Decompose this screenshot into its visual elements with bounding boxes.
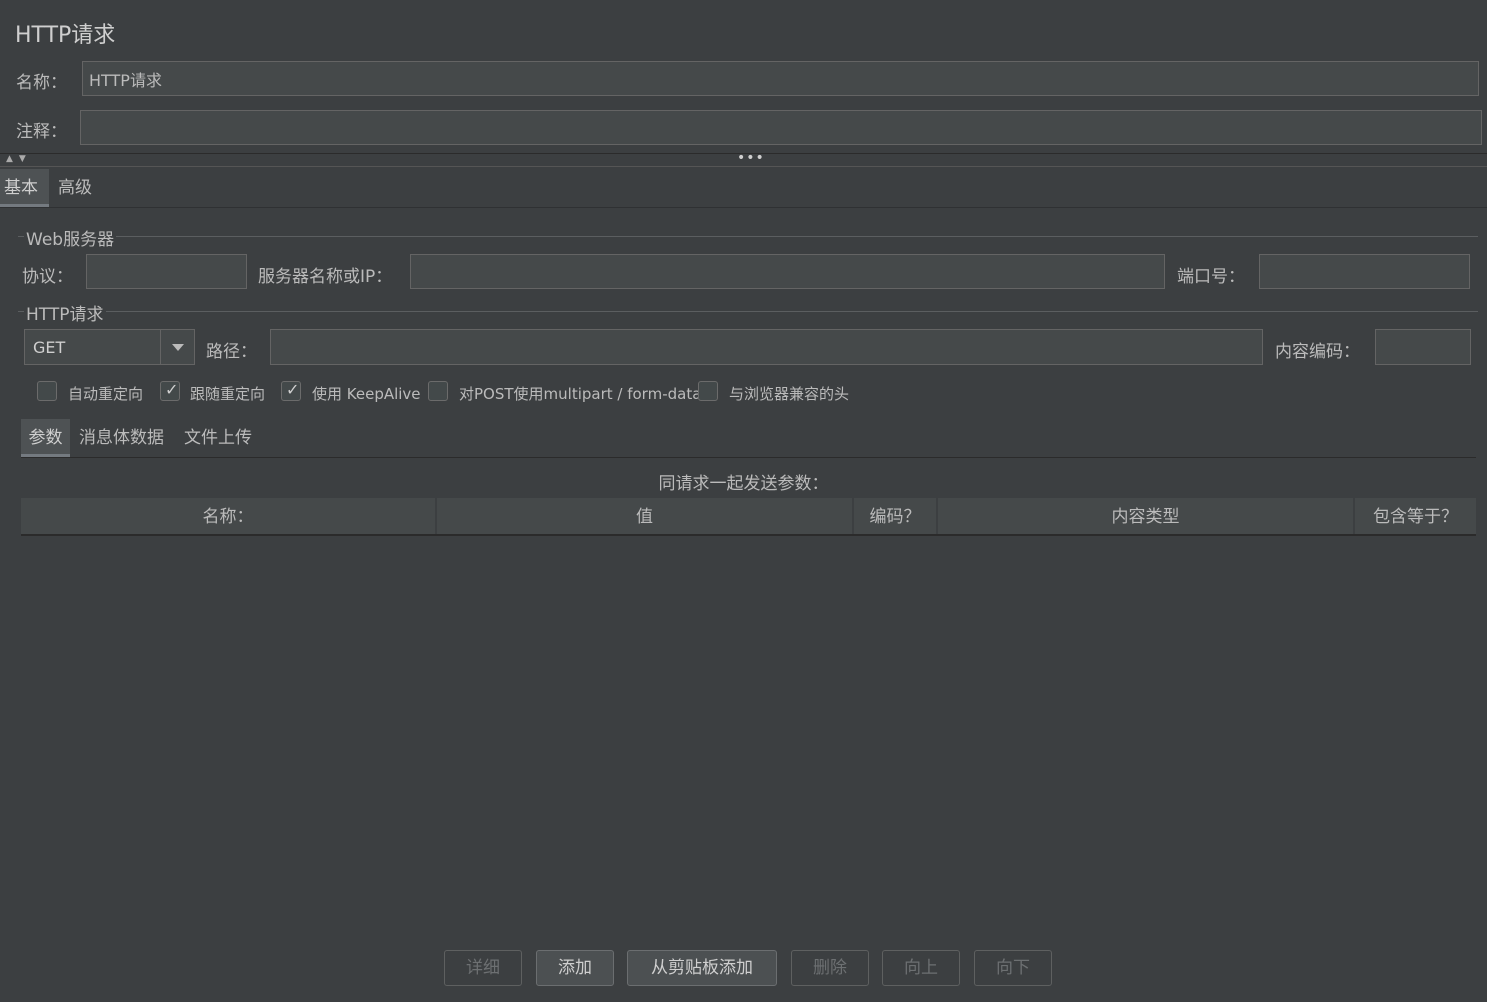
server-input[interactable] xyxy=(410,254,1165,289)
path-label: 路径： xyxy=(206,342,257,362)
checkbox-keepalive[interactable]: ✓ xyxy=(281,380,301,401)
http-request-group-border xyxy=(18,311,1478,312)
checkbox-auto-redirect[interactable] xyxy=(37,381,57,401)
move-down-button[interactable]: 向下 xyxy=(974,950,1052,986)
path-input[interactable] xyxy=(270,329,1263,365)
name-input[interactable] xyxy=(82,61,1479,96)
params-table-body[interactable] xyxy=(21,538,1476,928)
checkbox-follow-redirect[interactable]: ✓ xyxy=(160,380,180,401)
auto-redirect-label: 自动重定向 xyxy=(68,385,144,403)
checkbox-multipart[interactable] xyxy=(428,381,448,401)
comment-input[interactable] xyxy=(80,110,1482,145)
method-select-value: GET xyxy=(33,338,66,357)
server-label: 服务器名称或IP： xyxy=(258,267,393,287)
tab-advanced[interactable]: 高级 xyxy=(54,169,96,207)
params-caption: 同请求一起发送参数： xyxy=(658,474,829,494)
drag-handle-icon[interactable]: ••• xyxy=(737,150,765,166)
name-label: 名称： xyxy=(16,73,67,93)
checkbox-browser-headers[interactable] xyxy=(698,381,718,401)
tab-body-data[interactable]: 消息体数据 xyxy=(75,419,168,457)
method-dropdown-button[interactable] xyxy=(160,330,195,364)
keepalive-label: 使用 KeepAlive xyxy=(312,385,421,403)
content-encoding-input[interactable] xyxy=(1375,329,1471,365)
subtab-divider xyxy=(21,457,1476,458)
chevron-down-icon xyxy=(172,344,184,351)
tab-parameters[interactable]: 参数 xyxy=(21,419,70,457)
detail-button[interactable]: 详细 xyxy=(444,950,522,986)
column-header-encode[interactable]: 编码？ xyxy=(854,498,938,534)
multipart-label: 对POST使用multipart / form-data xyxy=(459,385,702,403)
add-button[interactable]: 添加 xyxy=(536,950,614,986)
http-request-group-title: HTTP请求 xyxy=(24,300,106,325)
comment-label: 注释： xyxy=(16,122,67,142)
checkmark-icon: ✓ xyxy=(286,380,300,399)
content-encoding-label: 内容编码： xyxy=(1275,342,1360,362)
method-select[interactable]: GET xyxy=(24,329,195,365)
port-input[interactable] xyxy=(1259,254,1470,289)
column-header-value[interactable]: 值 xyxy=(437,498,854,534)
web-server-group-border xyxy=(18,236,1478,237)
checkmark-icon: ✓ xyxy=(165,380,179,399)
panel-title: HTTP请求 xyxy=(15,23,116,48)
add-from-clipboard-button[interactable]: 从剪贴板添加 xyxy=(627,950,777,986)
params-table-header: 名称： 值 编码？ 内容类型 包含等于？ xyxy=(21,498,1476,536)
browser-headers-label: 与浏览器兼容的头 xyxy=(729,385,850,403)
column-header-include-equals[interactable]: 包含等于？ xyxy=(1355,498,1476,534)
protocol-input[interactable] xyxy=(86,254,247,289)
web-server-group-title: Web服务器 xyxy=(24,225,117,250)
protocol-label: 协议： xyxy=(22,267,73,287)
follow-redirect-label: 跟随重定向 xyxy=(190,385,266,403)
collapse-expand-icon[interactable]: ▲▼ xyxy=(6,154,32,164)
tab-file-upload[interactable]: 文件上传 xyxy=(180,419,256,457)
move-up-button[interactable]: 向上 xyxy=(882,950,960,986)
delete-button[interactable]: 删除 xyxy=(791,950,869,986)
tab-divider xyxy=(0,207,1487,208)
port-label: 端口号： xyxy=(1177,267,1245,287)
column-header-name[interactable]: 名称： xyxy=(21,498,437,534)
column-header-content-type[interactable]: 内容类型 xyxy=(938,498,1355,534)
tab-basic[interactable]: 基本 xyxy=(0,169,49,207)
